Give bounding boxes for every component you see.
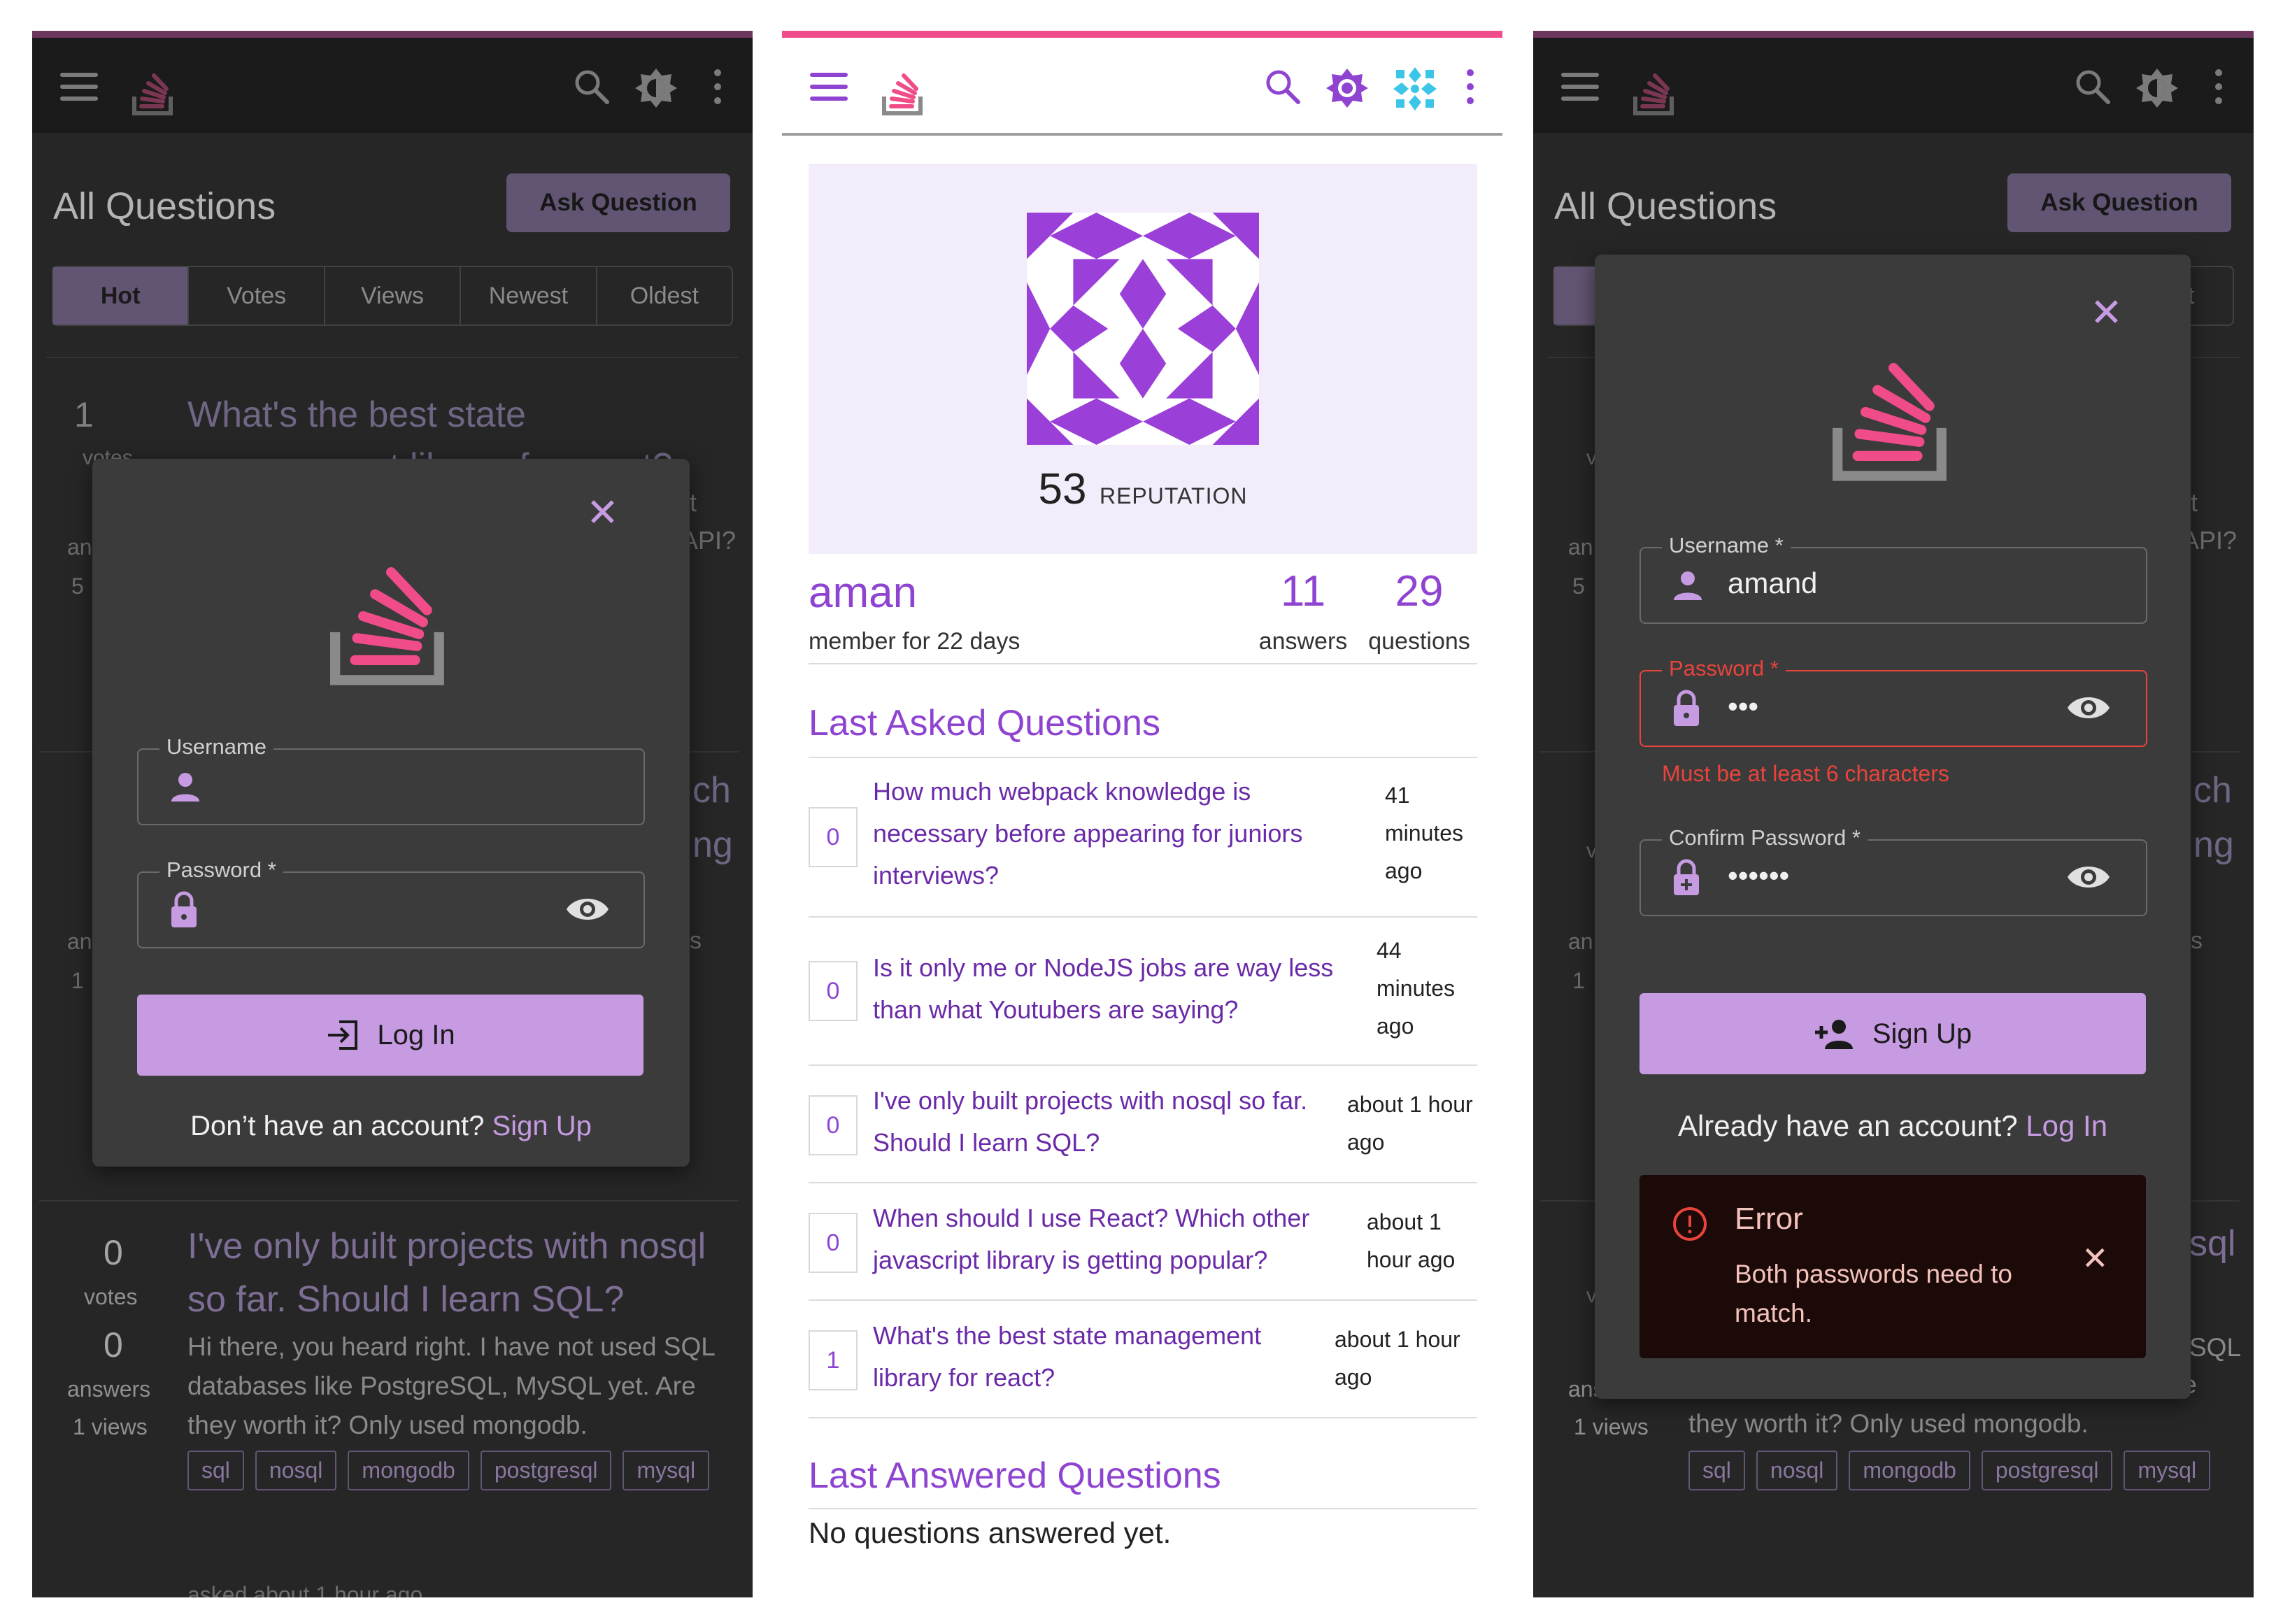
password-field[interactable]: Password * ••• (1640, 656, 2147, 747)
username-field[interactable]: Username * amand (1640, 533, 2147, 624)
theme-toggle-icon[interactable] (1325, 66, 1370, 111)
divider (809, 663, 1477, 664)
list-item[interactable]: 0 I've only built projects with nosql so… (809, 1066, 1477, 1183)
list-item[interactable]: 0 Is it only me or NodeJS jobs are way l… (809, 918, 1477, 1066)
password-error: Must be at least 6 characters (1662, 761, 1949, 786)
app-bar (782, 38, 1502, 136)
question-time: 41 minutes ago (1385, 783, 1464, 883)
search-icon[interactable] (1262, 66, 1304, 108)
error-alert-message: Both passwords need to match. (1735, 1260, 2012, 1327)
password-field[interactable]: Password * (137, 857, 645, 948)
question-title[interactable]: How much webpack knowledge is necessary … (873, 771, 1363, 897)
user-icon (1674, 571, 1702, 600)
close-icon[interactable]: ✕ (586, 490, 619, 536)
username-field[interactable]: Username (137, 734, 645, 825)
question-title[interactable]: What's the best state management library… (873, 1315, 1335, 1399)
password-label: Password * (159, 857, 283, 883)
signup-button-label: Sign Up (1872, 1018, 1972, 1049)
profile-card: 53 REPUTATION (809, 164, 1477, 554)
signup-dialog: ✕ Username * amand Password * ••• Must b… (1595, 255, 2191, 1399)
list-item[interactable]: 0 When should I use React? Which other j… (809, 1183, 1477, 1301)
question-score: 1 (809, 1330, 858, 1390)
questions-label: questions (1368, 628, 1470, 655)
avatar[interactable] (1392, 66, 1438, 112)
question-time: about 1 hour ago (1347, 1092, 1473, 1155)
login-prompt-text: Already have an account? (1677, 1109, 2018, 1142)
stackoverflow-logo-icon (1833, 363, 1947, 481)
menu-icon[interactable] (810, 73, 848, 101)
profile-username: aman (809, 569, 918, 617)
error-icon (1673, 1207, 1707, 1241)
error-alert: Error Both passwords need to match. ✕ (1640, 1175, 2146, 1358)
lock-icon (171, 891, 197, 927)
login-link[interactable]: Log In (2026, 1109, 2107, 1142)
member-duration: member for 22 days (809, 628, 1020, 655)
reputation: 53 REPUTATION (809, 464, 1477, 514)
more-options-icon[interactable] (1463, 66, 1477, 108)
password-value: ••• (1728, 690, 1759, 722)
top-accent-line (782, 31, 1502, 38)
question-time: about 1 hour ago (1367, 1209, 1456, 1272)
login-prompt: Already have an account? Log In (1595, 1109, 2191, 1143)
user-icon (171, 773, 199, 802)
lock-plus-icon (1674, 859, 1699, 895)
answers-count: 11 (1280, 567, 1326, 615)
questions-count: 29 (1395, 567, 1444, 615)
avatar (1027, 213, 1259, 445)
divider (809, 1508, 1477, 1509)
login-icon (328, 1020, 358, 1050)
signup-button[interactable]: Sign Up (1640, 993, 2146, 1074)
reputation-label: REPUTATION (1099, 483, 1248, 508)
username-label: Username * (1662, 533, 1791, 558)
login-button[interactable]: Log In (137, 995, 643, 1076)
close-icon[interactable]: ✕ (2090, 290, 2123, 336)
signup-prompt: Don’t have an account? Sign Up (92, 1111, 690, 1142)
signup-link[interactable]: Sign Up (492, 1111, 592, 1141)
confirm-password-label: Confirm Password * (1662, 825, 1868, 850)
username-value: amand (1728, 567, 1818, 599)
confirm-password-field[interactable]: Confirm Password * •••••• (1640, 825, 2147, 916)
question-score: 0 (809, 1095, 858, 1155)
username-label: Username (159, 734, 273, 760)
empty-answers-message: No questions answered yet. (809, 1516, 1172, 1549)
question-score: 0 (809, 807, 858, 867)
question-score: 0 (809, 961, 858, 1021)
question-title[interactable]: I've only built projects with nosql so f… (873, 1080, 1342, 1164)
question-title[interactable]: Is it only me or NodeJS jobs are way les… (873, 947, 1377, 1031)
confirm-password-value: •••••• (1728, 859, 1790, 892)
visibility-icon[interactable] (565, 894, 610, 925)
login-dialog: ✕ Username Password * Log In Don’t have … (92, 459, 690, 1167)
list-item[interactable]: 1 What's the best state management libra… (809, 1301, 1477, 1418)
question-time: 44 minutes ago (1377, 938, 1456, 1039)
list-item[interactable]: 0 How much webpack knowledge is necessar… (809, 758, 1477, 918)
signup-prompt-text: Don’t have an account? (190, 1111, 485, 1141)
login-screen: All Questions Ask Question Hot Votes Vie… (32, 31, 753, 1597)
visibility-icon[interactable] (2066, 862, 2111, 892)
question-time: about 1 hour ago (1335, 1327, 1460, 1390)
last-answered-heading: Last Answered Questions (809, 1455, 1221, 1496)
lock-icon (1674, 690, 1699, 726)
last-asked-heading: Last Asked Questions (809, 703, 1160, 743)
add-user-icon (1814, 1020, 1853, 1049)
error-alert-title: Error (1735, 1202, 1803, 1236)
reputation-value: 53 (1038, 465, 1087, 513)
login-button-label: Log In (377, 1019, 455, 1050)
profile-screen: 53 REPUTATION aman member for 22 days 11… (782, 31, 1502, 1597)
signup-screen: All Questions Ask Question t v t API? an… (1533, 31, 2254, 1597)
visibility-icon[interactable] (2066, 692, 2111, 723)
stackoverflow-logo-icon (330, 567, 444, 685)
close-icon[interactable]: ✕ (2082, 1239, 2109, 1277)
stackoverflow-logo-icon[interactable] (880, 63, 929, 119)
question-score: 0 (809, 1213, 858, 1273)
password-label: Password * (1662, 656, 1786, 681)
question-title[interactable]: When should I use React? Which other jav… (873, 1197, 1363, 1281)
answers-label: answers (1258, 628, 1348, 655)
